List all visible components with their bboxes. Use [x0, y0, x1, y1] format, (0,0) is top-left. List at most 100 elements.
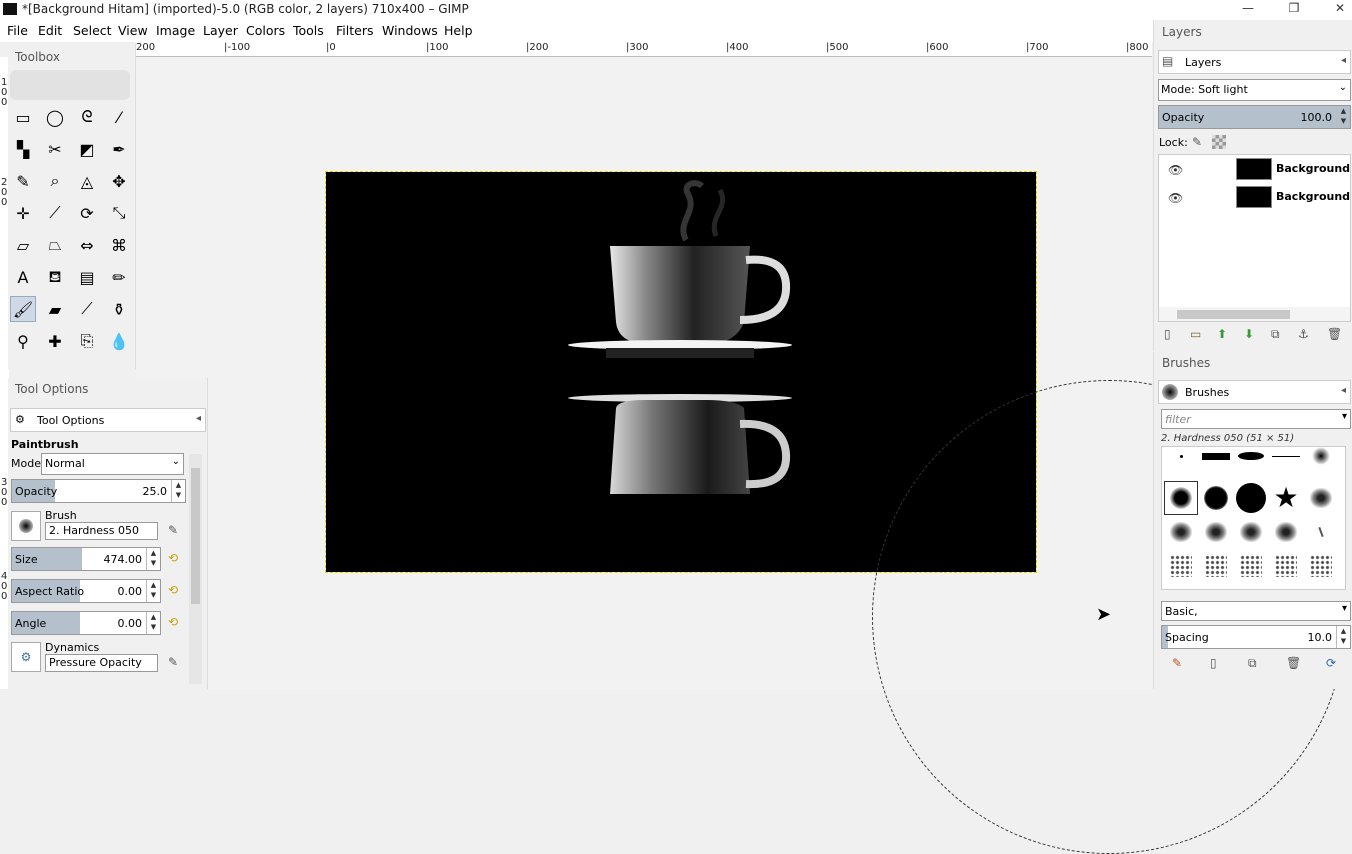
crop-icon[interactable]: ⟋: [42, 200, 68, 226]
tool-options-tab[interactable]: ⚙ Tool Options ◂: [10, 408, 206, 432]
paintbrush-icon[interactable]: 🖌: [10, 296, 36, 322]
brush-thumbnail[interactable]: [1199, 447, 1233, 473]
maximize-button[interactable]: ❐: [1272, 0, 1316, 20]
duplicate-layer-icon[interactable]: ⧉: [1271, 327, 1280, 342]
edit-brush-icon[interactable]: ✎: [168, 523, 178, 537]
menu-tools[interactable]: Tools: [293, 23, 324, 38]
spacing-spinner[interactable]: ▲ ▼: [1336, 626, 1350, 648]
size-spinner[interactable]: ▲ ▼: [146, 548, 160, 570]
ink-icon[interactable]: ⚱: [106, 296, 132, 322]
opacity-spinner[interactable]: ▲ ▼: [171, 480, 185, 502]
brush-name-field[interactable]: 2. Hardness 050: [45, 522, 158, 540]
delete-layer-icon[interactable]: 🗑: [1327, 327, 1342, 341]
blur-icon[interactable]: 💧: [106, 328, 132, 354]
spacing-slider[interactable]: Spacing 10.0 ▲ ▼: [1161, 625, 1351, 649]
visibility-eye-icon[interactable]: 👁: [1168, 191, 1183, 205]
scale-icon[interactable]: ⤡: [106, 200, 132, 226]
airbrush-icon[interactable]: ⟋: [74, 296, 100, 322]
tool-options-scrollbar[interactable]: [189, 454, 202, 684]
brush-thumbnail[interactable]: [1164, 447, 1198, 473]
mode-select[interactable]: Normal ⌄: [41, 453, 184, 475]
angle-spinner[interactable]: ▲ ▼: [146, 612, 160, 634]
brush-thumbnail[interactable]: [1234, 481, 1268, 515]
menu-layer[interactable]: Layer: [203, 23, 238, 38]
menu-view[interactable]: View: [118, 23, 148, 38]
menu-file[interactable]: File: [7, 23, 28, 38]
ellipse-select-icon[interactable]: ◯: [42, 104, 68, 130]
tab-menu-icon[interactable]: ◂: [1341, 385, 1346, 396]
brushes-tab[interactable]: Brushes ◂: [1158, 380, 1351, 404]
brush-thumbnail[interactable]: [1269, 549, 1303, 583]
edit-brush-icon[interactable]: ✎: [1172, 656, 1182, 670]
scissors-select-icon[interactable]: ✂: [42, 136, 68, 162]
reset-size-icon[interactable]: ⟲: [168, 551, 182, 565]
shear-icon[interactable]: ▱: [10, 232, 36, 258]
foreground-select-icon[interactable]: ◩: [74, 136, 100, 162]
color-select-icon[interactable]: ▚: [10, 136, 36, 162]
menu-select[interactable]: Select: [73, 23, 112, 38]
text-icon[interactable]: A: [10, 264, 36, 290]
brush-thumbnail[interactable]: [1199, 549, 1233, 583]
layers-tab[interactable]: ▤ Layers ◂: [1158, 50, 1351, 74]
brush-thumbnail[interactable]: [1304, 481, 1338, 515]
tab-menu-icon[interactable]: ◂: [196, 413, 201, 424]
perspective-clone-icon[interactable]: ⎘: [74, 328, 100, 354]
brush-preview[interactable]: [11, 511, 41, 541]
reset-angle-icon[interactable]: ⟲: [168, 615, 182, 629]
layers-h-scrollbar[interactable]: [1159, 307, 1350, 321]
color-picker-icon[interactable]: ✎: [10, 168, 36, 194]
layer-opacity-slider[interactable]: Opacity 100.0 ▲ ▼: [1158, 105, 1351, 129]
gradient-icon[interactable]: ▤: [74, 264, 100, 290]
lower-layer-icon[interactable]: ⬇: [1244, 327, 1254, 341]
brush-thumbnail[interactable]: [1269, 515, 1303, 549]
brush-thumbnail[interactable]: [1164, 481, 1198, 515]
paths-icon[interactable]: ✒: [106, 136, 132, 162]
brush-thumbnail[interactable]: [1234, 515, 1268, 549]
scrollbar-thumb[interactable]: [191, 468, 200, 604]
fuzzy-select-icon[interactable]: ⁄: [106, 104, 132, 130]
lock-pixels-icon[interactable]: ✎: [1192, 135, 1202, 149]
brush-thumbnail[interactable]: [1164, 515, 1198, 549]
menu-image[interactable]: Image: [156, 23, 195, 38]
refresh-brushes-icon[interactable]: ⟳: [1326, 656, 1336, 670]
dynamics-field[interactable]: Pressure Opacity: [45, 654, 158, 672]
layer-row[interactable]: 👁 Background Hit: [1159, 185, 1352, 211]
measure-icon[interactable]: ◬: [74, 168, 100, 194]
zoom-icon[interactable]: ⌕: [42, 168, 68, 194]
perspective-icon[interactable]: ⏢: [42, 232, 68, 258]
tab-menu-icon[interactable]: ◂: [1341, 55, 1346, 66]
move-icon[interactable]: ✥: [106, 168, 132, 194]
new-layer-group-icon[interactable]: ▭: [1190, 327, 1201, 341]
brush-thumbnail[interactable]: [1304, 515, 1338, 549]
lock-alpha-icon[interactable]: [1212, 135, 1226, 149]
delete-brush-icon[interactable]: 🗑: [1286, 656, 1301, 670]
brush-filter-field[interactable]: filter ▾: [1161, 409, 1351, 429]
visibility-eye-icon[interactable]: 👁: [1168, 163, 1183, 177]
aspect-ratio-slider[interactable]: Aspect Ratio 0.00 ▲ ▼: [11, 579, 161, 603]
clone-icon[interactable]: ⚲: [10, 328, 36, 354]
brush-thumbnail[interactable]: [1199, 515, 1233, 549]
menu-help[interactable]: Help: [444, 23, 473, 38]
layer-row[interactable]: 👁 Background Hit: [1159, 157, 1352, 183]
menu-edit[interactable]: Edit: [38, 23, 62, 38]
flip-icon[interactable]: ⇔: [74, 232, 100, 258]
minimize-button[interactable]: —: [1226, 0, 1270, 20]
dynamics-icon[interactable]: ⚙: [11, 642, 41, 672]
angle-slider[interactable]: Angle 0.00 ▲ ▼: [11, 611, 161, 635]
aspect-ratio-spinner[interactable]: ▲ ▼: [146, 580, 160, 602]
brush-thumbnail[interactable]: [1234, 549, 1268, 583]
brush-thumbnail[interactable]: [1164, 549, 1198, 583]
free-select-icon[interactable]: ᘓ: [74, 104, 100, 130]
reset-aspect-icon[interactable]: ⟲: [168, 583, 182, 597]
heal-icon[interactable]: ✚: [42, 328, 68, 354]
close-button[interactable]: ✕: [1318, 0, 1352, 20]
brush-thumbnail[interactable]: [1304, 549, 1338, 583]
pencil-icon[interactable]: ✏: [106, 264, 132, 290]
brush-thumbnail[interactable]: [1234, 447, 1268, 473]
horizontal-ruler[interactable]: 200 |-100 |0 |100 |200 |300 |400 |500 |6…: [136, 42, 1152, 57]
brush-thumbnail[interactable]: [1304, 447, 1338, 473]
duplicate-brush-icon[interactable]: ⧉: [1248, 656, 1257, 671]
rect-select-icon[interactable]: ▭: [10, 104, 36, 130]
cage-icon[interactable]: ⌘: [106, 232, 132, 258]
new-layer-icon[interactable]: ▯: [1164, 327, 1171, 341]
